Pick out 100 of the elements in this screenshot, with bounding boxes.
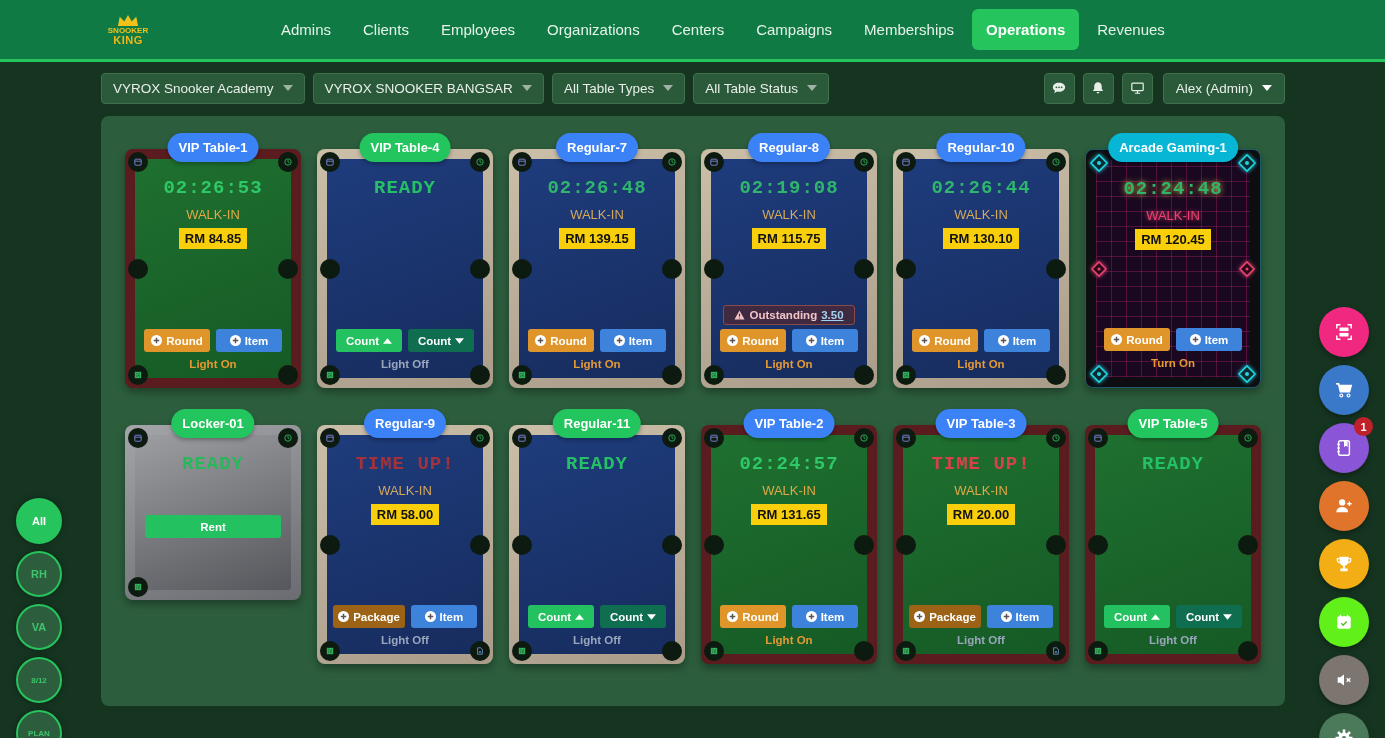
clock-icon[interactable] — [1046, 428, 1066, 448]
item-button[interactable]: Item — [216, 329, 282, 352]
round-button[interactable]: Round — [720, 329, 786, 352]
clock-icon[interactable] — [470, 428, 490, 448]
calendar-icon[interactable] — [704, 152, 724, 172]
round-button[interactable]: Round — [1104, 328, 1170, 351]
calendar-icon[interactable] — [320, 152, 340, 172]
count-down-button[interactable]: Count — [1176, 605, 1242, 628]
qr-icon[interactable] — [320, 641, 340, 661]
clock-icon[interactable] — [1238, 428, 1258, 448]
clock-icon[interactable] — [662, 152, 682, 172]
monitor-button[interactable] — [1121, 72, 1153, 104]
nav-tab[interactable]: Organizations — [533, 9, 654, 50]
group-filter-button[interactable]: VA — [16, 604, 62, 650]
table-name-tag: Regular-7 — [556, 133, 638, 162]
filter-dropdown[interactable]: VYROX SNOOKER BANGSAR — [312, 72, 544, 104]
qr-icon[interactable] — [128, 365, 148, 385]
light-toggle[interactable]: Light On — [765, 358, 813, 370]
round-button[interactable]: Round — [144, 329, 210, 352]
chat-button[interactable] — [1043, 72, 1075, 104]
add-user-button[interactable] — [1319, 481, 1369, 531]
calendar-icon[interactable] — [320, 428, 340, 448]
clock-icon[interactable] — [1046, 152, 1066, 172]
package-button[interactable]: Package — [333, 605, 405, 628]
clock-icon[interactable] — [854, 428, 874, 448]
group-filter-button[interactable]: RH — [16, 551, 62, 597]
item-button[interactable]: Item — [792, 605, 858, 628]
qr-icon[interactable] — [320, 365, 340, 385]
item-button[interactable]: Item — [410, 605, 477, 628]
diamond-icon[interactable] — [1237, 153, 1257, 173]
group-filter-button[interactable]: 8/12 — [16, 657, 62, 703]
mute-button[interactable] — [1319, 655, 1369, 705]
count-down-button[interactable]: Count — [408, 329, 474, 352]
nav-tab[interactable]: Admins — [267, 9, 346, 50]
calendar-icon[interactable] — [896, 152, 916, 172]
logo[interactable]: SNOOKER KING — [106, 13, 150, 46]
light-toggle[interactable]: Light On — [765, 634, 813, 646]
nav-tab[interactable]: Revenues — [1083, 9, 1179, 50]
light-toggle[interactable]: Light Off — [957, 634, 1005, 646]
light-toggle[interactable]: Light On — [573, 358, 621, 370]
trophy-button[interactable] — [1319, 539, 1369, 589]
nav-tab[interactable]: Employees — [426, 9, 530, 50]
qr-icon[interactable] — [128, 577, 148, 597]
item-button[interactable]: Item — [986, 605, 1053, 628]
calendar-button[interactable] — [1319, 597, 1369, 647]
table-name-tag: Regular-11 — [552, 409, 642, 438]
light-toggle[interactable]: Light Off — [573, 634, 621, 646]
item-button[interactable]: Item — [984, 329, 1050, 352]
qr-icon[interactable] — [512, 641, 532, 661]
qr-icon[interactable] — [512, 365, 532, 385]
qr-icon[interactable] — [896, 365, 916, 385]
clock-icon[interactable] — [278, 428, 298, 448]
item-button[interactable]: Item — [1176, 328, 1242, 351]
nav-tab[interactable]: Campaigns — [742, 9, 847, 50]
round-button[interactable]: Round — [528, 329, 594, 352]
calendar-icon[interactable] — [512, 152, 532, 172]
diamond-icon[interactable] — [1089, 153, 1109, 173]
clock-icon[interactable] — [470, 152, 490, 172]
round-button[interactable]: Round — [720, 605, 786, 628]
calendar-icon[interactable] — [512, 428, 532, 448]
notebook-button[interactable] — [1319, 423, 1369, 473]
user-menu[interactable]: Alex (Admin) — [1162, 72, 1285, 104]
qr-icon[interactable] — [704, 641, 724, 661]
notification-badge: 1 — [1354, 417, 1373, 436]
scan-button[interactable] — [1319, 307, 1369, 357]
customer-type: WALK-IN — [378, 483, 432, 498]
document-icon[interactable] — [1046, 641, 1066, 661]
clock-icon[interactable] — [278, 152, 298, 172]
nav-tab[interactable]: Centers — [657, 9, 739, 50]
filter-dropdown[interactable]: VYROX Snooker Academy — [101, 72, 305, 104]
item-button[interactable]: Item — [792, 329, 858, 352]
filter-dropdown[interactable]: All Table Types — [551, 72, 686, 104]
package-button[interactable]: Package — [909, 605, 981, 628]
light-toggle[interactable]: Light Off — [381, 634, 429, 646]
diamond-icon[interactable] — [1237, 364, 1257, 384]
nav-tab[interactable]: Clients — [349, 9, 423, 50]
calendar-icon[interactable] — [128, 428, 148, 448]
qr-icon[interactable] — [896, 641, 916, 661]
clock-icon[interactable] — [662, 428, 682, 448]
round-button[interactable]: Round — [912, 329, 978, 352]
qr-icon[interactable] — [704, 365, 724, 385]
customer-type: WALK-IN — [954, 483, 1008, 498]
light-toggle[interactable]: Light Off — [381, 358, 429, 370]
group-filter-button[interactable]: PLAN — [16, 710, 62, 738]
count-down-button[interactable]: Count — [600, 605, 666, 628]
light-toggle[interactable]: Turn On — [1151, 357, 1195, 369]
light-toggle[interactable]: Light Off — [1149, 634, 1197, 646]
pocket — [896, 258, 916, 279]
light-toggle[interactable]: Light On — [957, 358, 1005, 370]
outstanding-amount-link[interactable]: 3.50 — [821, 309, 844, 321]
nav-tab[interactable]: Memberships — [850, 9, 969, 50]
clock-icon[interactable] — [854, 152, 874, 172]
document-icon[interactable] — [470, 641, 490, 661]
qr-icon[interactable] — [1088, 641, 1108, 661]
item-button[interactable]: Item — [600, 329, 666, 352]
cart-button[interactable] — [1319, 365, 1369, 415]
notification-button[interactable] — [1082, 72, 1114, 104]
diamond-icon[interactable] — [1089, 364, 1109, 384]
filter-dropdown[interactable]: All Table Status — [693, 72, 829, 104]
light-toggle[interactable]: Light On — [189, 358, 237, 370]
